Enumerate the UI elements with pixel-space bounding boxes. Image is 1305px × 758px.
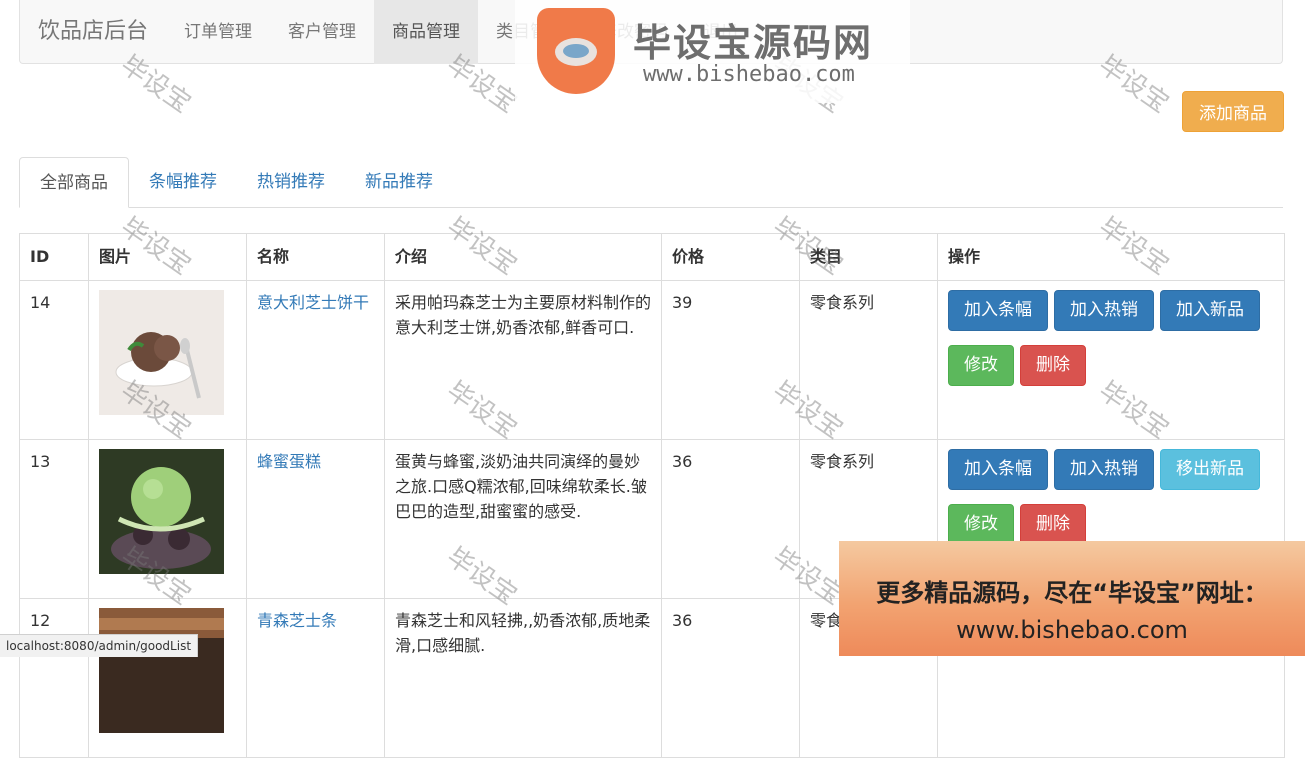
delete-button[interactable]: 删除 — [1020, 504, 1086, 545]
header-name: 名称 — [246, 233, 385, 281]
goods-name-link[interactable]: 意大利芝士饼干 — [257, 293, 369, 312]
cell-intro: 蛋黄与蜂蜜,淡奶油共同演绎的曼妙之旅.口感Q糯浓郁,回味绵软柔长.皱巴巴的造型,… — [384, 439, 662, 599]
navbar-brand[interactable]: 饮品店后台 — [20, 0, 166, 64]
remove-from-new-button[interactable]: 移出新品 — [1160, 449, 1260, 490]
cell-price: 36 — [661, 439, 800, 599]
cell-price: 36 — [661, 598, 800, 758]
nav-item-categories[interactable]: 类目管理 — [478, 0, 582, 64]
goods-filter-tabs: 全部商品 条幅推荐 热销推荐 新品推荐 — [19, 157, 1283, 208]
header-intro: 介绍 — [384, 233, 662, 281]
add-to-new-button[interactable]: 加入新品 — [1160, 290, 1260, 331]
table-row: 14 意大利芝士饼干 采用帕玛森芝士为主要原材料制作的意大利芝士饼,奶香浓郁,鲜… — [19, 280, 1285, 440]
matcha-dessert-image — [99, 449, 224, 574]
cell-actions: 加入条幅 加入热销 加入新品 修改 删除 — [937, 280, 1285, 440]
tab-new-recommend[interactable]: 新品推荐 — [345, 157, 453, 208]
header-id: ID — [19, 233, 89, 281]
edit-button[interactable]: 修改 — [948, 504, 1014, 545]
cheese-stick-image — [99, 608, 224, 733]
header-image: 图片 — [88, 233, 247, 281]
tab-banner-recommend[interactable]: 条幅推荐 — [129, 157, 237, 208]
promo-ad-banner: 更多精品源码，尽在“毕设宝”网址： www.bishebao.com — [839, 541, 1305, 656]
nav-item-orders[interactable]: 订单管理 — [166, 0, 270, 64]
cell-id: 14 — [19, 280, 89, 440]
add-to-banner-button[interactable]: 加入条幅 — [948, 290, 1048, 331]
add-to-banner-button[interactable]: 加入条幅 — [948, 449, 1048, 490]
add-to-hot-button[interactable]: 加入热销 — [1054, 290, 1154, 331]
top-navbar: 饮品店后台 订单管理 客户管理 商品管理 类目管理 修改密码 退出 — [19, 0, 1283, 64]
tab-hot-recommend[interactable]: 热销推荐 — [237, 157, 345, 208]
header-actions: 操作 — [937, 233, 1285, 281]
nav-item-goods[interactable]: 商品管理 — [374, 0, 479, 64]
edit-button[interactable]: 修改 — [948, 345, 1014, 386]
cell-intro: 采用帕玛森芝士为主要原材料制作的意大利芝士饼,奶香浓郁,鲜香可口. — [384, 280, 662, 440]
action-buttons: 加入条幅 加入热销 移出新品 修改 删除 — [948, 449, 1278, 545]
goods-name-link[interactable]: 蜂蜜蛋糕 — [257, 452, 321, 471]
promo-ad-text: 更多精品源码，尽在“毕设宝”网址： — [876, 579, 1268, 607]
cell-price: 39 — [661, 280, 800, 440]
cell-image — [88, 280, 247, 440]
cell-image — [88, 439, 247, 599]
cell-name: 意大利芝士饼干 — [246, 280, 385, 440]
cell-name: 青森芝士条 — [246, 598, 385, 758]
delete-button[interactable]: 删除 — [1020, 345, 1086, 386]
table-header-row: ID 图片 名称 介绍 价格 类目 操作 — [19, 233, 1285, 281]
cell-intro: 青森芝士和风轻拂,,奶香浓郁,质地柔滑,口感细腻. — [384, 598, 662, 758]
ice-cream-image — [99, 290, 224, 415]
tab-all-goods[interactable]: 全部商品 — [19, 157, 129, 208]
action-buttons: 加入条幅 加入热销 加入新品 修改 删除 — [948, 290, 1278, 386]
cell-category: 零食系列 — [799, 280, 938, 440]
cell-id: 13 — [19, 439, 89, 599]
nav-item-customers[interactable]: 客户管理 — [270, 0, 374, 64]
promo-ad-url: www.bishebao.com — [956, 616, 1188, 644]
add-to-hot-button[interactable]: 加入热销 — [1054, 449, 1154, 490]
add-goods-button[interactable]: 添加商品 — [1182, 91, 1284, 132]
cell-image — [88, 598, 247, 758]
goods-name-link[interactable]: 青森芝士条 — [257, 611, 337, 630]
nav-item-logout[interactable]: 退出 — [686, 0, 756, 64]
watermark-logo-url: www.bishebao.com — [643, 62, 855, 87]
cell-name: 蜂蜜蛋糕 — [246, 439, 385, 599]
nav-item-change-password[interactable]: 修改密码 — [582, 0, 686, 64]
goods-table: ID 图片 名称 介绍 价格 类目 操作 14 意大利芝士饼干 采用帕玛森芝士为… — [19, 233, 1285, 758]
header-price: 价格 — [661, 233, 800, 281]
cell-id: 12 — [19, 598, 89, 758]
status-bar-link-preview: localhost:8080/admin/goodList — [0, 634, 199, 657]
header-category: 类目 — [799, 233, 938, 281]
